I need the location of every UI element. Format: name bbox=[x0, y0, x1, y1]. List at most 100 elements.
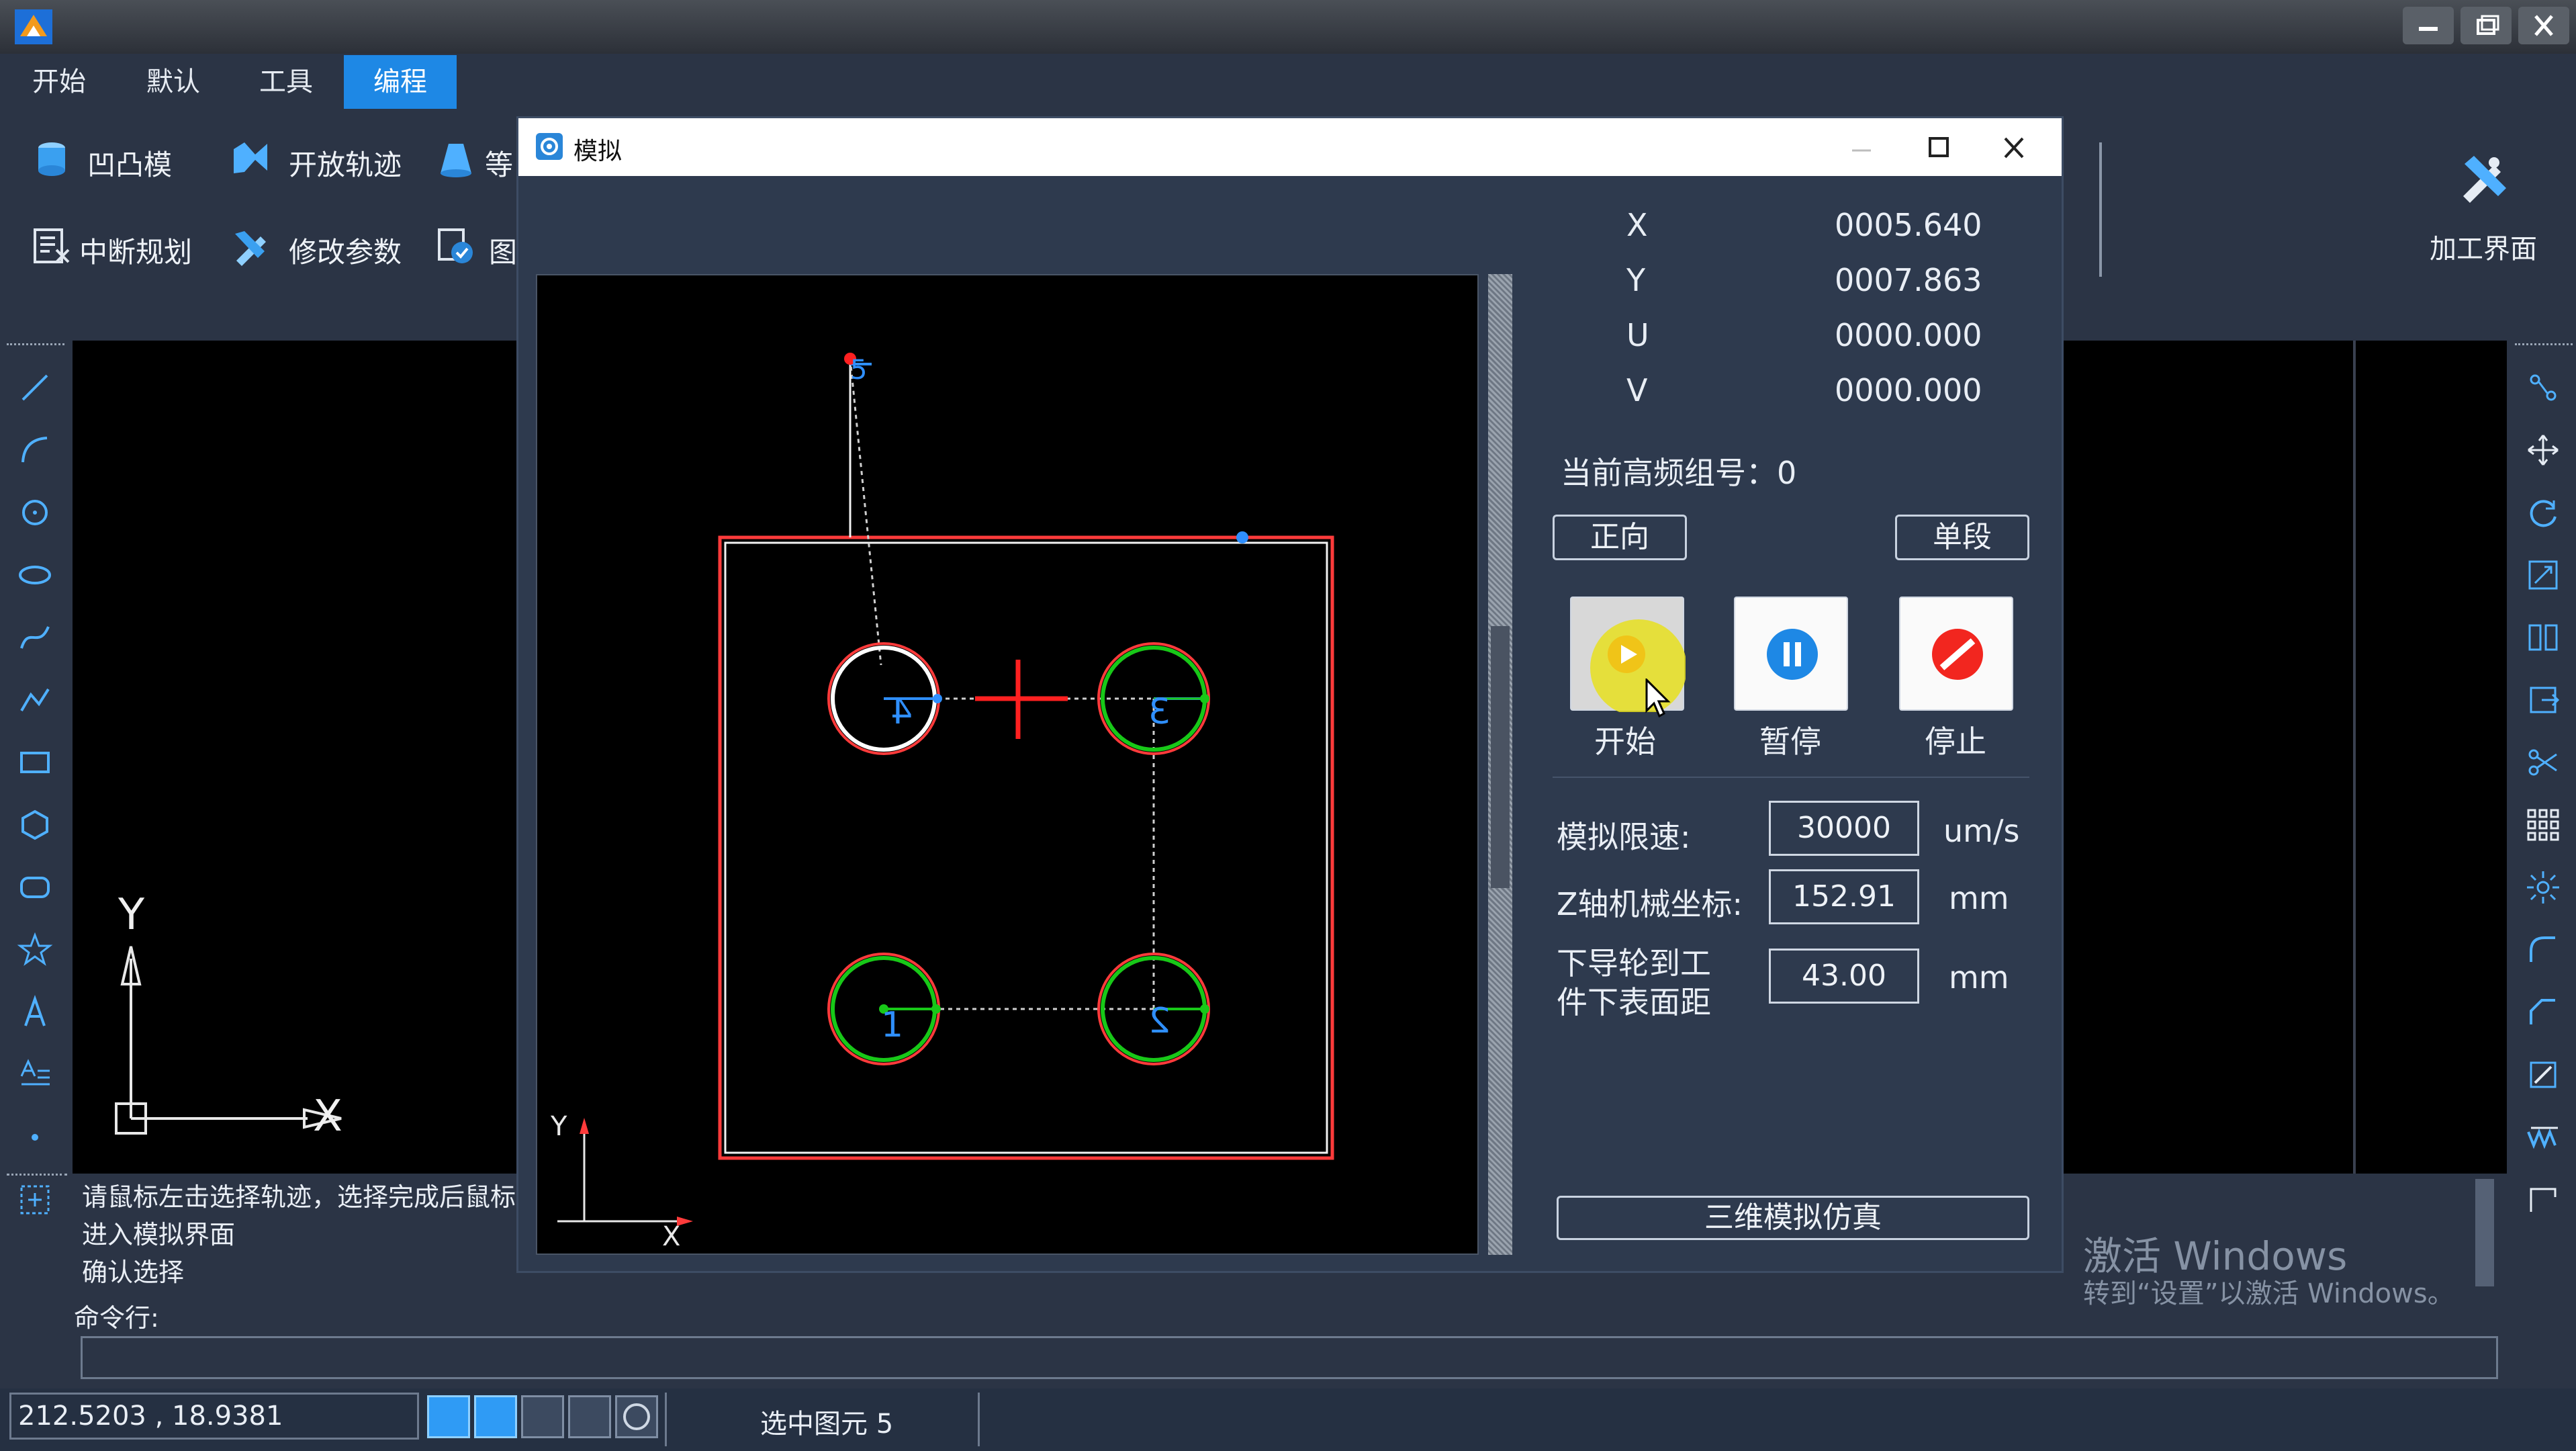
snap-toggle-3[interactable] bbox=[521, 1395, 564, 1438]
menu-default[interactable]: 默认 bbox=[118, 55, 228, 109]
coord-axis-y: Y bbox=[1626, 262, 1646, 298]
z-coord-input[interactable]: 152.91 bbox=[1769, 869, 1919, 924]
wheel-distance-unit: mm bbox=[1949, 959, 2009, 996]
path-label-1: 1 bbox=[881, 1005, 904, 1045]
machining-view-button[interactable]: 加工界面 bbox=[2418, 149, 2552, 265]
scale-icon[interactable] bbox=[2524, 556, 2562, 594]
ribbon-label: 中断规划 bbox=[79, 236, 193, 269]
snap-toggle-1[interactable] bbox=[427, 1395, 470, 1438]
text-tool-icon[interactable] bbox=[16, 994, 54, 1031]
snap-toggle-2[interactable] bbox=[474, 1395, 517, 1438]
canvas-y-axis-label: Y bbox=[118, 890, 145, 940]
prompt-line-1: 请鼠标左击选择轨迹，选择完成后鼠标 bbox=[82, 1182, 516, 1212]
sim-3d-button[interactable]: 三维模拟仿真 bbox=[1557, 1196, 2029, 1240]
dialog-minimize-button[interactable] bbox=[1821, 128, 1902, 168]
machining-view-icon bbox=[2454, 149, 2514, 210]
status-divider bbox=[665, 1393, 667, 1446]
fillet-icon[interactable] bbox=[2524, 931, 2562, 969]
restore-button[interactable] bbox=[2460, 7, 2512, 44]
dialog-close-button[interactable] bbox=[1977, 128, 2051, 168]
rounded-rect-tool-icon[interactable] bbox=[16, 869, 54, 906]
polygon-tool-icon[interactable] bbox=[16, 806, 54, 844]
rectangle-tool-icon[interactable] bbox=[16, 744, 54, 781]
z-coord-label: Z轴机械坐标: bbox=[1557, 886, 1743, 922]
coord-value-x: 0005.640 bbox=[1835, 207, 1982, 243]
ribbon-divider bbox=[2099, 142, 2102, 277]
text-format-icon[interactable] bbox=[16, 1056, 54, 1094]
menu-programming[interactable]: 编程 bbox=[344, 55, 457, 109]
cursor-coordinates: 212.5203 , 18.9381 bbox=[9, 1393, 419, 1440]
ribbon-modify-params-button[interactable]: 修改参数 bbox=[231, 222, 426, 273]
polyline-tool-icon[interactable] bbox=[16, 681, 54, 719]
circle-tool-icon[interactable] bbox=[16, 494, 54, 531]
rotate-icon[interactable] bbox=[2524, 494, 2562, 531]
path-label-2: 2 bbox=[1148, 1001, 1171, 1041]
path-label-3: 3 bbox=[1148, 692, 1171, 732]
ribbon-open-path-button[interactable]: 开放轨迹 bbox=[231, 134, 426, 185]
corner-icon[interactable] bbox=[2524, 1181, 2562, 1219]
ribbon-label: 图 bbox=[489, 236, 518, 269]
wheel-distance-input[interactable]: 43.00 bbox=[1769, 949, 1919, 1004]
app-logo-icon bbox=[15, 9, 52, 44]
explode-icon[interactable] bbox=[2524, 869, 2562, 906]
ribbon-label: 等 bbox=[485, 148, 514, 181]
taper-icon bbox=[436, 140, 475, 179]
simulation-icon bbox=[535, 132, 564, 161]
dialog-maximize-button[interactable] bbox=[1902, 128, 1976, 168]
graph-check-icon bbox=[436, 227, 475, 266]
ribbon-graph-button[interactable]: 图 bbox=[436, 222, 517, 273]
simulation-preview[interactable]: 5 4 3 1 2 Y X bbox=[536, 274, 1479, 1255]
mirror-icon[interactable] bbox=[2524, 619, 2562, 656]
ribbon-label: 凹凸模 bbox=[87, 148, 173, 181]
stop-button[interactable] bbox=[1899, 597, 2013, 711]
move-icon[interactable] bbox=[2524, 431, 2562, 469]
ribbon-interrupt-plan-button[interactable]: 中断规划 bbox=[32, 222, 227, 273]
pause-button[interactable] bbox=[1734, 597, 1848, 711]
speed-label: 模拟限速: bbox=[1557, 819, 1691, 855]
select-box-icon[interactable] bbox=[16, 1181, 54, 1219]
right-toolbar bbox=[2508, 341, 2576, 1389]
line-tool-icon[interactable] bbox=[16, 369, 54, 406]
command-input[interactable] bbox=[81, 1336, 2498, 1379]
array-icon[interactable] bbox=[2524, 806, 2562, 844]
preview-y-label: Y bbox=[551, 1111, 567, 1142]
toolbar-grip bbox=[2515, 343, 2573, 347]
status-bar: 212.5203 , 18.9381 选中图元 5 bbox=[0, 1389, 2576, 1451]
close-button[interactable] bbox=[2518, 7, 2569, 44]
single-step-button[interactable]: 单段 bbox=[1895, 515, 2029, 560]
preview-axes bbox=[557, 1118, 693, 1226]
dialog-title-bar: 模拟 bbox=[518, 118, 2062, 176]
mouse-cursor-icon bbox=[1644, 677, 1671, 719]
curve-tool-icon[interactable] bbox=[16, 619, 54, 656]
chamfer-icon[interactable] bbox=[2524, 994, 2562, 1031]
offset-icon[interactable] bbox=[2524, 681, 2562, 719]
toolbar-grip bbox=[7, 343, 64, 347]
prompt-grip bbox=[7, 1174, 67, 1178]
menu-start[interactable]: 开始 bbox=[0, 55, 118, 109]
coord-axis-u: U bbox=[1626, 317, 1649, 353]
preview-scrollbar[interactable] bbox=[1488, 274, 1512, 1255]
speed-input[interactable]: 30000 bbox=[1769, 801, 1919, 856]
preview-x-label: X bbox=[662, 1221, 681, 1252]
wave-icon[interactable] bbox=[2524, 1118, 2562, 1156]
star-tool-icon[interactable] bbox=[16, 931, 54, 969]
node-icon[interactable] bbox=[2524, 369, 2562, 406]
ribbon-die-button[interactable]: 凹凸模 bbox=[32, 134, 227, 185]
preview-scroll-thumb[interactable] bbox=[1491, 626, 1510, 888]
ribbon-equal-button[interactable]: 等 bbox=[436, 134, 517, 185]
menu-tools[interactable]: 工具 bbox=[228, 55, 344, 109]
wheel-distance-label-1: 下导轮到工 bbox=[1557, 945, 1711, 981]
arc-tool-icon[interactable] bbox=[16, 431, 54, 469]
snap-toggle-4[interactable] bbox=[568, 1395, 611, 1438]
ellipse-tool-icon[interactable] bbox=[16, 556, 54, 594]
trim-icon[interactable] bbox=[2524, 1056, 2562, 1094]
snap-toggle-5[interactable] bbox=[615, 1395, 658, 1438]
minimize-button[interactable] bbox=[2403, 7, 2454, 44]
point-tool-icon[interactable] bbox=[16, 1118, 54, 1156]
forward-button[interactable]: 正向 bbox=[1553, 515, 1687, 560]
selected-count: 选中图元 5 bbox=[760, 1409, 894, 1440]
die-icon bbox=[32, 140, 71, 179]
path-label-4: 4 bbox=[890, 692, 913, 732]
scrollbar[interactable] bbox=[2475, 1179, 2494, 1286]
scissors-icon[interactable] bbox=[2524, 744, 2562, 781]
